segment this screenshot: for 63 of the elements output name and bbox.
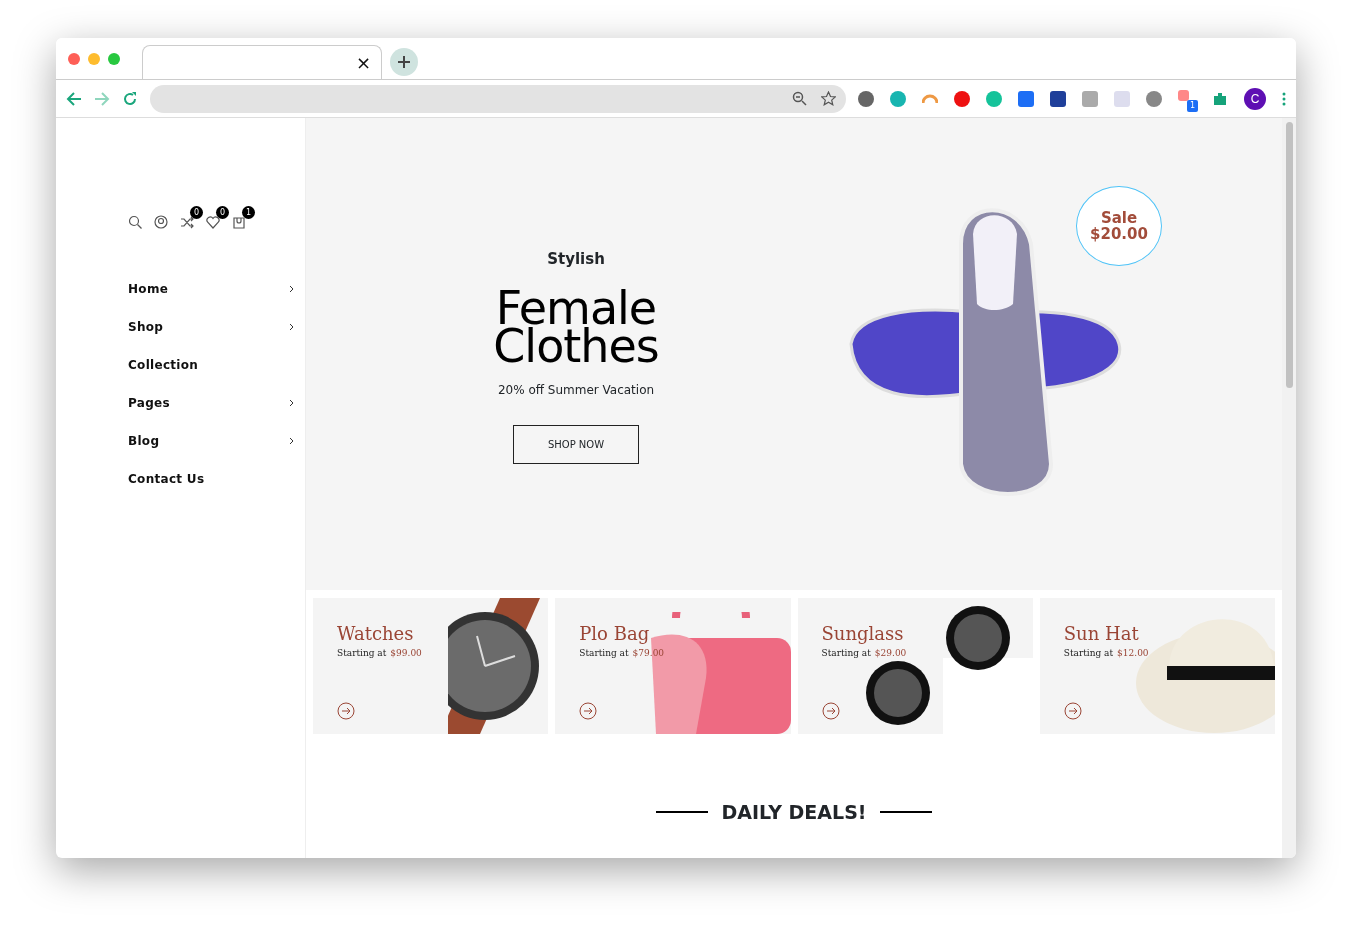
category-banner[interactable]: Sunglass Starting at $29.00 [797,598,1033,734]
rainbow-icon[interactable] [922,93,938,104]
menu-item[interactable]: Blog [128,432,294,450]
profile-avatar[interactable]: C [1244,87,1266,110]
hero-eyebrow: Stylish [547,249,605,270]
category-banner[interactable]: Watches Starting at $99.00 [313,598,549,734]
puzzle-icon[interactable] [1212,90,1228,107]
extension-badge: 1 [1186,99,1198,112]
price-prefix: Starting at [337,648,387,658]
arrow-circle-icon[interactable] [1063,702,1082,720]
banner-price: $79.00 [632,648,665,658]
scrollbar[interactable] [1282,118,1296,858]
arrow-circle-icon[interactable] [579,702,598,720]
close-window-icon[interactable] [68,52,80,65]
star-icon[interactable] [821,91,836,106]
sale-price: $20.00 [1090,226,1148,243]
reload-icon[interactable] [122,90,138,107]
bag-icon[interactable] [232,215,246,229]
heart-icon[interactable] [206,215,220,229]
browser-tab[interactable]: × [142,45,382,79]
banner-title: Plo Bag [579,622,651,646]
plus-icon [397,55,411,69]
menu-item[interactable]: Home [128,280,294,298]
hero-title: Clothes [493,326,659,365]
extension-icon[interactable] [1018,90,1034,107]
menu-item[interactable]: Contact Us [128,470,294,488]
zoom-out-icon[interactable] [792,91,807,106]
banner-title: Sun Hat [1063,622,1140,646]
shop-now-button[interactable]: SHOP NOW [513,424,639,464]
back-icon[interactable] [66,90,82,107]
count-badge: 0 [190,206,203,219]
price-prefix: Starting at [821,648,871,658]
user-icon[interactable] [154,215,168,229]
extension-icon[interactable] [1178,89,1189,101]
new-tab-button[interactable] [390,48,418,76]
menu-icon[interactable] [1282,91,1286,106]
price-prefix: Starting at [579,648,629,658]
search-icon[interactable] [128,215,142,229]
banner-price: $29.00 [874,648,907,658]
section-title: DAILY DEALS! [721,800,867,825]
count-badge: 0 [216,206,229,219]
arrow-circle-icon[interactable] [337,702,355,720]
shuffle-icon[interactable] [180,215,194,229]
banner-title: Watches [337,622,415,646]
maximize-window-icon[interactable] [108,52,120,65]
menu-item[interactable]: Shop [128,318,294,336]
menu-item[interactable]: Pages [128,394,294,412]
arrow-circle-icon[interactable] [821,702,840,720]
hero-subtitle: 20% off Summer Vacation [497,381,655,399]
extension-icon[interactable] [986,90,1002,107]
banner-title: Sunglass [821,622,905,646]
close-tab-button[interactable]: × [353,53,373,72]
count-badge: 1 [242,206,255,219]
price-prefix: Starting at [1063,648,1114,658]
banner-price: $12.00 [1117,648,1149,658]
extension-icon[interactable] [890,90,906,107]
sale-label: Sale [1100,209,1138,226]
banner-price: $99.00 [390,648,422,658]
category-banner[interactable]: Plo Bag Starting at $79.00 [555,598,791,734]
extension-icon[interactable] [1082,90,1098,107]
menu-item[interactable]: Collection [128,356,294,374]
hero-title: Female [495,288,657,327]
category-banner[interactable]: Sun Hat Starting at $12.00 [1039,598,1275,734]
